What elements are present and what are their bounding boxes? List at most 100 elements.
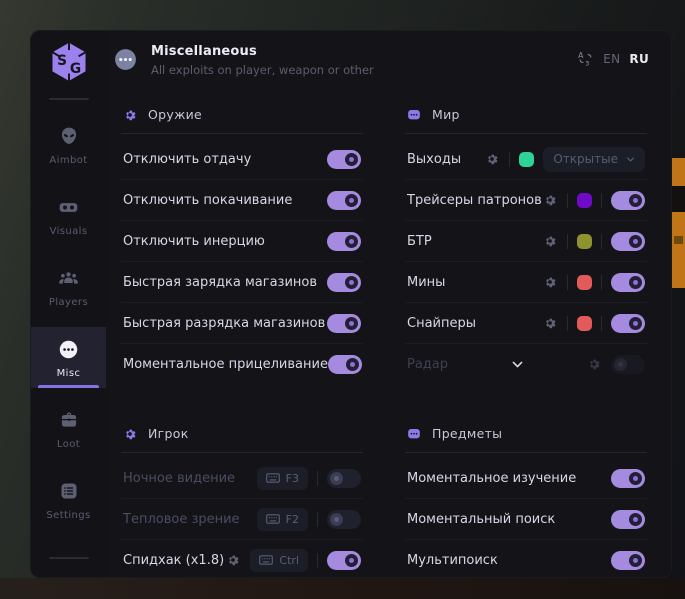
control-separator — [567, 275, 568, 290]
feature-label: Быстрая разрядка магазинов — [123, 316, 325, 331]
svg-text:S: S — [57, 53, 67, 69]
svg-text:з: з — [585, 59, 589, 67]
lang-en-button[interactable]: EN — [603, 52, 620, 66]
keyboard-icon — [259, 555, 273, 565]
dropdown-select[interactable]: Открытые — [543, 147, 645, 172]
control-separator — [601, 234, 602, 249]
gear-icon[interactable] — [543, 275, 558, 290]
row-controls — [328, 355, 362, 374]
section-items: ПредметыМоментальное изучениеМоментальны… — [405, 420, 647, 578]
chevron-down-icon[interactable] — [511, 358, 524, 371]
keybind-label: F3 — [286, 472, 299, 485]
color-swatch[interactable] — [577, 316, 592, 331]
feature-label: Отключить инерцию — [123, 234, 265, 249]
section-weapon: ОружиеОтключить отдачуОтключить покачива… — [121, 101, 363, 384]
toggle-switch[interactable] — [611, 355, 645, 374]
dots-bubble-icon — [407, 427, 421, 441]
sidebar-item-loot[interactable]: Loot — [31, 398, 106, 459]
keybind-badge[interactable]: Ctrl — [250, 549, 308, 572]
sidebar-item-misc[interactable]: Misc — [31, 327, 106, 388]
control-separator — [601, 275, 602, 290]
toggle-switch[interactable] — [611, 314, 645, 333]
vr-goggles-icon — [58, 196, 80, 218]
gear-icon[interactable] — [226, 553, 241, 568]
feature-row: БТР — [405, 220, 647, 261]
gear-icon[interactable] — [543, 234, 558, 249]
toggle-switch[interactable] — [327, 314, 361, 333]
gear-icon[interactable] — [543, 316, 558, 331]
section-title: Оружие — [148, 107, 202, 122]
toggle-knob — [345, 554, 358, 567]
feature-row: Спидхак (x1.8)Ctrl — [121, 539, 363, 578]
keybind-badge[interactable]: F2 — [257, 508, 308, 531]
toggle-knob — [629, 276, 642, 289]
toggle-switch[interactable] — [327, 273, 361, 292]
ellipsis-circle-icon — [58, 338, 80, 360]
toggle-switch[interactable] — [327, 232, 361, 251]
toggle-switch[interactable] — [611, 273, 645, 292]
keybind-badge[interactable]: F3 — [257, 467, 308, 490]
translate-icon: A з — [577, 50, 594, 67]
row-controls: Ctrl — [226, 549, 361, 572]
toggle-switch[interactable] — [327, 510, 361, 529]
row-controls — [327, 150, 361, 169]
toggle-switch[interactable] — [611, 191, 645, 210]
content-columns: ОружиеОтключить отдачуОтключить покачива… — [106, 77, 671, 577]
sidebar-item-players[interactable]: Players — [31, 256, 106, 317]
sidebar: S G Aimbot Visuals Players Misc Loot Settings — [31, 31, 106, 577]
sidebar-item-aimbot[interactable]: Aimbot — [31, 114, 106, 175]
toggle-knob — [629, 317, 642, 330]
feature-row: Снайперы — [405, 302, 647, 343]
sidebar-item-settings[interactable]: Settings — [31, 469, 106, 530]
row-controls — [327, 191, 361, 210]
toggle-switch[interactable] — [327, 551, 361, 570]
color-swatch[interactable] — [577, 193, 592, 208]
toggle-switch[interactable] — [611, 469, 645, 488]
toggle-switch[interactable] — [611, 232, 645, 251]
feature-label: Отключить отдачу — [123, 152, 251, 167]
toggle-switch[interactable] — [611, 510, 645, 529]
chevron-down-icon — [626, 155, 635, 164]
row-controls — [327, 314, 361, 333]
control-separator — [509, 152, 510, 167]
banner-detail — [674, 236, 683, 244]
gear-icon[interactable] — [543, 193, 558, 208]
gear-icon[interactable] — [485, 152, 500, 167]
sidebar-item-label: Loot — [57, 439, 80, 450]
page-subtitle: All exploits on player, weapon or other — [151, 63, 374, 77]
color-swatch[interactable] — [519, 152, 534, 167]
feature-label: Моментальный поиск — [407, 512, 555, 527]
row-controls — [611, 551, 645, 570]
section-header: Игрок — [121, 420, 363, 441]
sg-cube-logo: S G — [47, 40, 91, 84]
keybind-label: Ctrl — [279, 554, 299, 567]
row-controls — [611, 469, 645, 488]
section-header: Мир — [405, 101, 647, 122]
lang-ru-button[interactable]: RU — [629, 52, 649, 66]
sidebar-item-visuals[interactable]: Visuals — [31, 185, 106, 246]
feature-label: Мины — [407, 275, 445, 290]
feature-label: Снайперы — [407, 316, 476, 331]
main-area: Miscellaneous All exploits on player, we… — [106, 31, 671, 577]
background-orange-banner — [672, 158, 685, 288]
row-controls: Открытые — [485, 147, 645, 172]
toggle-switch[interactable] — [327, 150, 361, 169]
row-controls — [327, 232, 361, 251]
color-swatch[interactable] — [577, 234, 592, 249]
feature-label: Быстрая зарядка магазинов — [123, 275, 317, 290]
toggle-switch[interactable] — [327, 191, 361, 210]
row-controls — [327, 273, 361, 292]
gear-icon[interactable] — [587, 357, 602, 372]
control-separator — [317, 553, 318, 568]
toggle-switch[interactable] — [328, 355, 362, 374]
toggle-switch[interactable] — [611, 551, 645, 570]
feature-row: Трейсеры патронов — [405, 179, 647, 220]
toggle-switch[interactable] — [327, 469, 361, 488]
control-separator — [567, 316, 568, 331]
feature-row: Радар — [405, 343, 647, 384]
gear-icon — [123, 108, 137, 122]
control-separator — [317, 512, 318, 527]
row-controls — [543, 314, 645, 333]
feature-row: Моментальное прицеливание — [121, 343, 363, 384]
color-swatch[interactable] — [577, 275, 592, 290]
